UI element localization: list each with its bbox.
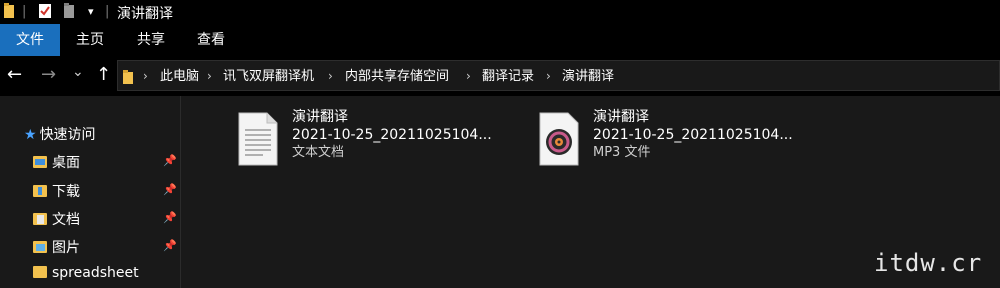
customize-quick-access-dropdown[interactable]: ▾ xyxy=(88,5,94,23)
sidebar-item-label: 桌面 xyxy=(52,155,80,171)
star-icon: ★ xyxy=(24,127,37,143)
picture-folder-icon xyxy=(33,241,47,253)
title-bar: | ▾ | 演讲翻译 xyxy=(0,0,1000,24)
breadcrumb-separator[interactable]: › xyxy=(328,61,333,92)
sidebar-item-desktop[interactable]: 桌面 xyxy=(33,152,80,171)
back-button[interactable]: ← xyxy=(7,66,22,84)
sidebar-item-label: 文档 xyxy=(52,212,80,228)
window-title: 演讲翻译 xyxy=(117,6,173,22)
folder-icon xyxy=(33,266,47,278)
sidebar-item-quick-access[interactable]: ★ 快速访问 xyxy=(24,124,96,143)
desktop-folder-icon xyxy=(33,156,47,168)
up-button[interactable]: ↑ xyxy=(96,66,111,84)
sidebar-item-label: 图片 xyxy=(52,240,80,256)
new-folder-icon[interactable] xyxy=(63,3,75,21)
title-separator: | xyxy=(22,4,27,19)
breadcrumb-separator[interactable]: › xyxy=(207,61,212,92)
document-folder-icon xyxy=(33,213,47,225)
forward-button[interactable]: → xyxy=(41,66,56,84)
pin-icon[interactable]: 📌 xyxy=(163,183,177,196)
sidebar-item-pictures[interactable]: 图片 xyxy=(33,237,80,256)
quick-access-label: 快速访问 xyxy=(39,127,96,143)
address-folder-icon xyxy=(123,69,133,88)
breadcrumb-separator[interactable]: › xyxy=(546,61,551,92)
breadcrumb-separator[interactable]: › xyxy=(466,61,471,92)
file-type: MP3 文件 xyxy=(593,145,651,160)
breadcrumb-speech-translation[interactable]: 演讲翻译 xyxy=(562,61,614,92)
file-name: 演讲翻译 xyxy=(292,109,348,125)
tab-file[interactable]: 文件 xyxy=(0,24,60,56)
sidebar-item-documents[interactable]: 文档 xyxy=(33,209,80,228)
watermark: itdw.cr xyxy=(874,249,983,277)
breadcrumb[interactable]: › 此电脑 › 讯飞双屏翻译机 › 内部共享存储空间 › 翻译记录 › 演讲翻译 xyxy=(117,60,1000,91)
file-name-continued: 2021-10-25_20211025104... xyxy=(292,127,492,143)
mp3-file-icon xyxy=(539,112,579,166)
file-name-continued: 2021-10-25_20211025104... xyxy=(593,127,793,143)
ribbon-tabs: 文件 主页 共享 查看 xyxy=(0,24,1000,56)
pane-divider[interactable] xyxy=(180,96,181,288)
pin-icon[interactable]: 📌 xyxy=(163,239,177,252)
breadcrumb-translation-records[interactable]: 翻译记录 xyxy=(482,61,534,92)
breadcrumb-device[interactable]: 讯飞双屏翻译机 xyxy=(223,61,314,92)
title-separator-2: | xyxy=(105,4,110,19)
address-bar-row: ← → ⌄ ↑ › 此电脑 › 讯飞双屏翻译机 › 内部共享存储空间 › 翻译记… xyxy=(0,56,1000,96)
sidebar-item-downloads[interactable]: 下载 xyxy=(33,181,80,200)
tab-share[interactable]: 共享 xyxy=(137,24,165,56)
download-folder-icon xyxy=(33,185,47,197)
breadcrumb-separator[interactable]: › xyxy=(143,61,148,92)
tab-home[interactable]: 主页 xyxy=(76,24,104,56)
pin-icon[interactable]: 📌 xyxy=(163,211,177,224)
file-name: 演讲翻译 xyxy=(593,109,649,125)
file-type: 文本文档 xyxy=(292,145,345,160)
breadcrumb-this-pc[interactable]: 此电脑 xyxy=(160,61,199,92)
text-file-icon xyxy=(238,112,278,166)
sidebar-item-spreadsheet[interactable]: spreadsheet xyxy=(33,265,139,283)
recent-locations-button[interactable]: ⌄ xyxy=(72,63,84,81)
breadcrumb-internal-storage[interactable]: 内部共享存储空间 xyxy=(345,61,449,92)
sidebar-item-label: spreadsheet xyxy=(52,265,139,281)
properties-icon[interactable] xyxy=(38,3,52,21)
folder-app-icon[interactable] xyxy=(3,3,15,21)
sidebar-item-label: 下载 xyxy=(52,184,80,200)
pin-icon[interactable]: 📌 xyxy=(163,154,177,167)
tab-view[interactable]: 查看 xyxy=(197,24,225,56)
